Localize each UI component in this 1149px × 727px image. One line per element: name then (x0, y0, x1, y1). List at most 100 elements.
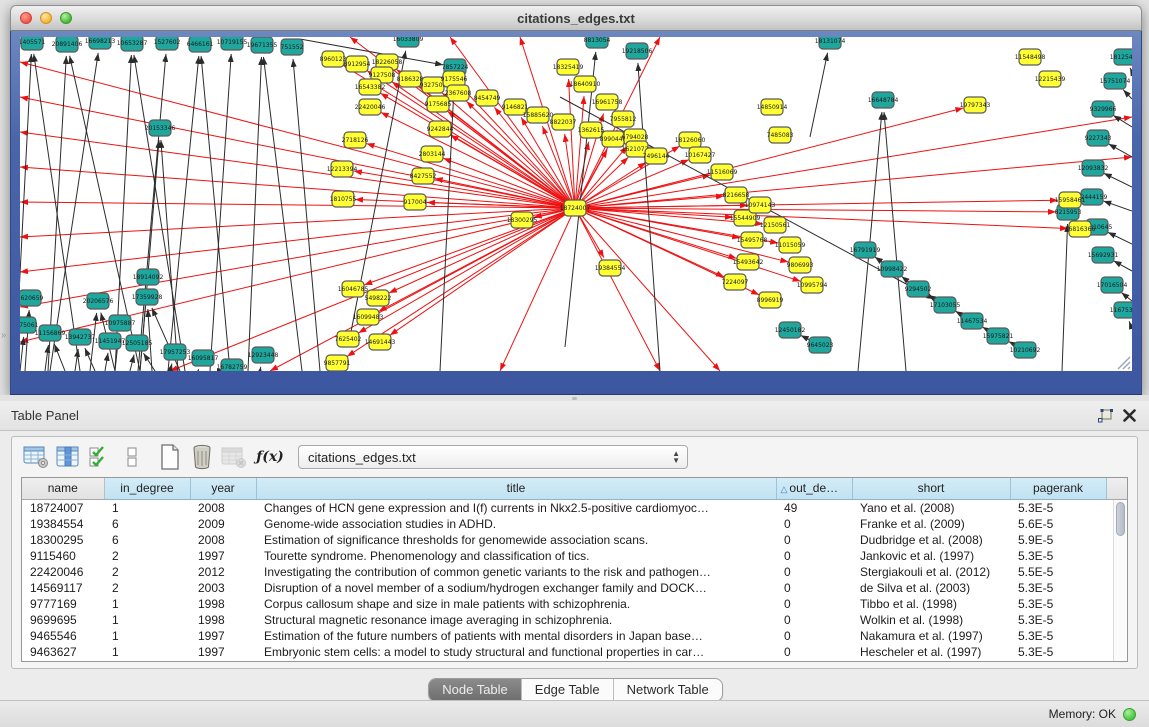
citation-edge-red[interactable] (358, 208, 575, 333)
graph-node[interactable]: 8427552 (410, 168, 437, 184)
graph-node[interactable]: 6466161 (187, 37, 214, 52)
graph-node[interactable]: 10995794 (797, 277, 828, 293)
cell-title[interactable]: Structural magnetic resonance image aver… (256, 612, 776, 628)
column-header-pagerank[interactable]: pagerank (1010, 478, 1106, 499)
table-row[interactable]: 977716911998Corpus callosum shape and si… (22, 596, 1128, 612)
graph-node[interactable]: 10998422 (877, 261, 908, 277)
table-row[interactable]: 1872400712008Changes of HCN gene express… (22, 499, 1128, 516)
graph-node[interactable]: 9645023 (807, 337, 834, 353)
cell-short[interactable]: Wolkin et al. (1998) (852, 612, 1010, 628)
cell-short[interactable]: Stergiakouli et al. (2012) (852, 564, 1010, 580)
graph-node[interactable]: 5498222 (365, 290, 392, 306)
citation-edge-red[interactable] (364, 208, 575, 285)
citation-edge-black[interactable] (1123, 90, 1132, 99)
cell-in_degree[interactable]: 1 (104, 596, 190, 612)
cell-out_degree[interactable]: 0 (776, 532, 852, 548)
close-panel-button[interactable] (1117, 405, 1141, 427)
graph-node[interactable]: 16782759 (217, 359, 248, 371)
citation-edge-black[interactable] (1108, 144, 1132, 157)
graph-node[interactable]: 8822037 (550, 114, 577, 130)
graph-node[interactable]: 19218506 (622, 43, 653, 59)
graph-node[interactable]: 10653287 (117, 37, 148, 51)
citation-edge-red[interactable] (575, 96, 584, 208)
cell-short[interactable]: Yano et al. (2008) (852, 499, 1010, 516)
citation-edge-red[interactable] (366, 144, 575, 208)
graph-node[interactable]: 7224097 (722, 274, 749, 290)
cell-year[interactable]: 1998 (190, 596, 256, 612)
cell-pagerank[interactable]: 5.3E-5 (1010, 644, 1106, 660)
graph-node[interactable]: 9294502 (905, 281, 932, 297)
table-row[interactable]: 946554611997Estimation of the future num… (22, 628, 1128, 644)
graph-node[interactable]: 11156869 (35, 325, 66, 341)
cell-title[interactable]: Estimation of the future numbers of pati… (256, 628, 776, 644)
cell-name[interactable]: 9115460 (22, 548, 104, 564)
cell-name[interactable]: 9465546 (22, 628, 104, 644)
cell-name[interactable]: 18300295 (22, 532, 104, 548)
citation-edge-black[interactable] (138, 54, 166, 371)
cell-in_degree[interactable]: 1 (104, 644, 190, 660)
graph-node[interactable]: 15495768 (737, 232, 768, 248)
graph-node[interactable]: 16648784 (868, 92, 899, 108)
cell-out_degree[interactable]: 0 (776, 628, 852, 644)
graph-node[interactable]: 917004 (404, 194, 427, 210)
cell-title[interactable]: Embryonic stem cells: a model to study s… (256, 644, 776, 660)
cell-in_degree[interactable]: 6 (104, 532, 190, 548)
citation-edge-red[interactable] (575, 142, 589, 208)
graph-node[interactable]: 12450182 (775, 322, 806, 338)
graph-node[interactable]: 11548498 (1015, 49, 1046, 65)
graph-node[interactable]: 11516069 (707, 164, 738, 180)
graph-node[interactable]: 9227343 (1085, 130, 1112, 146)
citation-edge-black[interactable] (1121, 292, 1132, 301)
graph-node[interactable]: 7485083 (767, 127, 794, 143)
hidden-panel-chevron[interactable]: » (1, 330, 7, 341)
column-header-year[interactable]: year (190, 478, 256, 499)
graph-node[interactable]: 16095817 (188, 350, 219, 366)
cell-year[interactable]: 2009 (190, 516, 256, 532)
citation-edge-black[interactable] (248, 57, 261, 371)
cell-in_degree[interactable]: 2 (104, 564, 190, 580)
cell-short[interactable]: Tibbo et al. (1998) (852, 596, 1010, 612)
cell-pagerank[interactable]: 5.3E-5 (1010, 596, 1106, 612)
graph-node[interactable]: 1810755 (330, 191, 357, 207)
unselect-all-button[interactable] (116, 442, 148, 472)
graph-node[interactable]: 18131074 (815, 37, 846, 49)
graph-node[interactable]: 17016504 (1097, 277, 1128, 293)
cell-pagerank[interactable]: 5.6E-5 (1010, 516, 1106, 532)
graph-node[interactable]: 19671355 (247, 37, 278, 53)
cell-out_degree[interactable]: 0 (776, 548, 852, 564)
graph-node[interactable]: 10974143 (745, 197, 776, 213)
graph-node[interactable]: 8996919 (757, 292, 784, 308)
scrollbar-thumb[interactable] (1116, 502, 1125, 536)
citation-edge-black[interactable] (1103, 201, 1132, 211)
graph-node[interactable]: 11467534 (957, 313, 988, 329)
graph-node[interactable]: 18914092 (133, 269, 164, 285)
graph-node[interactable]: 10719155 (217, 37, 248, 50)
graph-node[interactable]: 14850914 (757, 99, 788, 115)
graph-node[interactable]: 9857791 (324, 355, 351, 371)
citation-edge-black[interactable] (54, 344, 65, 371)
citation-edge-red[interactable] (20, 62, 575, 208)
vertical-scrollbar[interactable] (1113, 500, 1127, 661)
table-row[interactable]: 1830029562008Estimation of significance … (22, 532, 1128, 548)
citation-edge-black[interactable] (884, 112, 906, 371)
graph-node[interactable]: 16791919 (850, 242, 881, 258)
citation-edge-black[interactable] (293, 59, 320, 371)
cell-title[interactable]: Tourette syndrome. Phenomenology and cla… (256, 548, 776, 564)
column-header-out_degree[interactable]: △out_de… (776, 478, 852, 499)
cell-in_degree[interactable]: 2 (104, 548, 190, 564)
citation-edge-black[interactable] (201, 56, 230, 371)
cell-in_degree[interactable]: 6 (104, 516, 190, 532)
cell-short[interactable]: Nakamura et al. (1997) (852, 628, 1010, 644)
cell-year[interactable]: 2012 (190, 564, 256, 580)
graph-node[interactable]: 12923448 (248, 347, 279, 363)
graph-node[interactable]: 12505185 (122, 335, 153, 351)
table-settings-button[interactable] (20, 442, 52, 472)
citation-edge-red[interactable] (450, 135, 575, 208)
graph-node[interactable]: 7955812 (610, 111, 637, 127)
select-all-button[interactable] (84, 442, 116, 472)
citation-edge-black[interactable] (1108, 232, 1132, 244)
graph-node[interactable]: 12093832 (1078, 160, 1109, 176)
window-titlebar[interactable]: citations_edges.txt (10, 5, 1142, 31)
graph-node[interactable]: 8216658 (723, 187, 750, 203)
graph-node[interactable]: 20206576 (83, 293, 114, 309)
